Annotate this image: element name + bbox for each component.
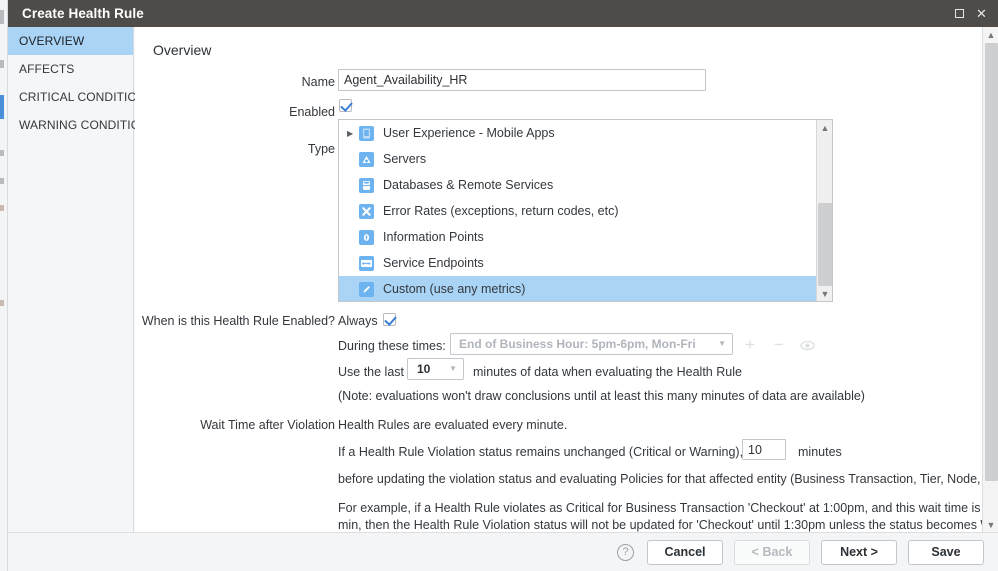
service-endpoint-icon [359,255,374,271]
wait-time-label: Wait Time after Violation [200,418,335,432]
type-list-scroll-thumb[interactable] [818,203,832,286]
enabled-label: Enabled [289,105,335,119]
name-input[interactable] [338,69,706,91]
type-option-error-rates[interactable]: ▶ Error Rates (exceptions, return codes,… [339,198,817,224]
type-option-label: Custom (use any metrics) [383,282,526,296]
type-option-service-endpoints[interactable]: ▶ Service Endpoints [339,250,817,276]
strip-segment [0,300,4,306]
enabled-when-label: When is this Health Rule Enabled? [141,314,335,328]
use-last-minutes-select[interactable]: 10 ▼ [407,358,464,380]
chevron-down-icon: ▼ [449,364,457,373]
type-option-information-points[interactable]: ▶ Information Points [339,224,817,250]
type-list-scroll: ▶ User Experience - Mobile Apps ▶ Ser [339,120,817,301]
eye-icon[interactable] [800,338,815,356]
sidebar-item-label: CRITICAL CONDITION [19,90,146,104]
sidebar-item-label: WARNING CONDITION [19,118,149,132]
type-label: Type [307,142,335,156]
server-icon [359,151,374,167]
background-page-strip [0,0,8,571]
dialog-footer: ? Cancel < Back Next > Save [8,532,998,571]
chevron-right-icon[interactable]: ▶ [347,129,359,138]
always-label: Always [338,314,378,328]
use-last-prefix-label: Use the last [338,365,405,379]
strip-segment [0,205,4,211]
wait-minutes-input[interactable] [742,439,786,460]
back-button[interactable]: < Back [734,539,810,565]
sidebar-item-label: OVERVIEW [19,34,85,48]
enabled-checkbox[interactable] [339,99,352,112]
plus-icon[interactable]: + [745,335,755,355]
window-controls: ✕ [953,7,988,20]
type-option-user-experience-mobile-apps[interactable]: ▶ User Experience - Mobile Apps [339,120,817,146]
strip-segment [0,60,4,68]
chevron-down-icon: ▼ [718,339,726,348]
cancel-button[interactable]: Cancel [647,539,723,565]
panel-scrollbar[interactable]: ▲ ▼ [982,27,998,532]
scroll-down-icon[interactable]: ▼ [983,517,998,532]
type-option-custom[interactable]: ▶ Custom (use any metrics) [339,276,817,301]
type-option-label: Error Rates (exceptions, return codes, e… [383,204,619,218]
type-option-label: User Experience - Mobile Apps [383,126,555,140]
window-titlebar: Create Health Rule ✕ [8,0,998,27]
scroll-up-icon[interactable]: ▲ [817,120,832,135]
save-button[interactable]: Save [908,539,984,565]
always-checkbox[interactable] [383,313,396,326]
wait-time-line-3: before updating the violation status and… [338,472,982,486]
use-last-minutes-value: 10 [417,362,431,376]
during-these-times-label: During these times: [338,339,446,353]
sidebar-item-critical-condition[interactable]: CRITICAL CONDITION [8,83,146,111]
type-list-scrollbar[interactable]: ▲ ▼ [816,120,832,301]
strip-segment-accent [0,95,4,119]
info-icon [359,229,374,245]
strip-segment [0,150,4,156]
wait-time-line-2-prefix: If a Health Rule Violation status remain… [338,445,769,459]
next-button[interactable]: Next > [821,539,897,565]
maximize-icon[interactable] [953,7,966,20]
type-option-label: Information Points [383,230,484,244]
type-option-label: Databases & Remote Services [383,178,554,192]
type-list: ▶ User Experience - Mobile Apps ▶ Ser [338,119,833,302]
strip-segment [0,10,4,24]
close-icon[interactable]: ✕ [975,7,988,20]
create-health-rule-dialog: Create Health Rule ✕ OVERVIEW AFFECTS CR… [0,0,998,571]
strip-segment [0,178,4,184]
overview-panel: Overview Name Enabled Type ▶ [135,27,982,532]
minus-icon[interactable]: − [774,335,784,355]
mobile-device-icon [359,125,374,141]
sidebar-item-warning-condition[interactable]: WARNING CONDITION [8,111,149,139]
wait-time-line-5: min, then the Health Rule Violation stat… [338,518,982,532]
window-title: Create Health Rule [22,6,144,21]
type-option-label: Servers [383,152,427,166]
schedule-select[interactable]: End of Business Hour: 5pm-6pm, Mon-Fri ▼ [450,333,733,355]
dialog-body: OVERVIEW AFFECTS CRITICAL CONDITION WARN… [8,27,998,571]
database-icon [359,177,374,193]
help-icon[interactable]: ? [617,543,634,561]
type-option-label: Service Endpoints [383,256,484,270]
scroll-up-icon[interactable]: ▲ [983,27,998,42]
evaluation-note: (Note: evaluations won't draw conclusion… [338,389,865,403]
name-label: Name [301,75,335,89]
pencil-icon [359,281,374,297]
wait-time-line-4: For example, if a Health Rule violates a… [338,501,982,515]
type-option-databases-remote-services[interactable]: ▶ Databases & Remote Services [339,172,817,198]
error-x-icon [359,203,374,219]
wait-time-line-2-suffix: minutes [798,445,842,459]
panel-scroll-thumb[interactable] [985,43,998,481]
wizard-sidebar: OVERVIEW AFFECTS CRITICAL CONDITION WARN… [8,27,149,532]
schedule-select-value: End of Business Hour: 5pm-6pm, Mon-Fri [459,337,696,351]
scroll-down-icon[interactable]: ▼ [817,286,832,301]
page-title: Overview [153,42,212,58]
wait-time-line-1: Health Rules are evaluated every minute. [338,418,568,432]
type-option-servers[interactable]: ▶ Servers [339,146,817,172]
sidebar-item-affects[interactable]: AFFECTS [8,55,133,83]
sidebar-item-overview[interactable]: OVERVIEW [8,27,133,55]
use-last-suffix-label: minutes of data when evaluating the Heal… [473,365,742,379]
sidebar-item-label: AFFECTS [19,62,75,76]
